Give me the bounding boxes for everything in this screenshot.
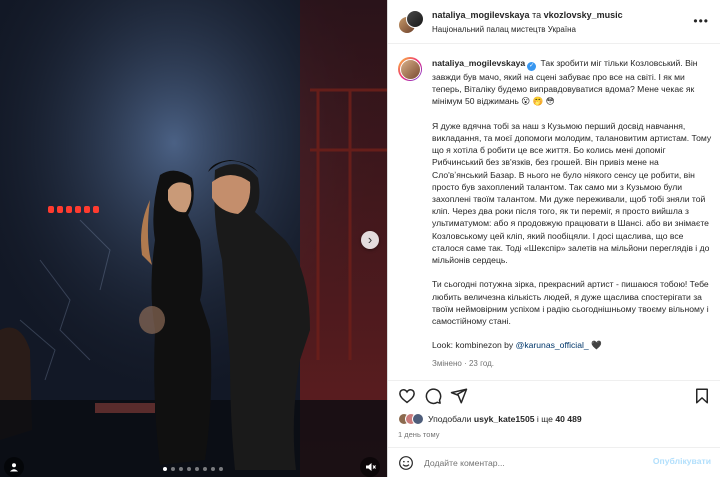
caption-section: nataliya_mogilevskaya ✓ Так зробити міг т… (388, 45, 720, 375)
post-details-panel: nataliya_mogilevskaya та vkozlovsky_musi… (387, 0, 720, 477)
caption-paragraph: Ти сьогодні потужна зірка, прекрасний ар… (432, 279, 709, 327)
liker-avatars (398, 413, 424, 425)
share-icon[interactable] (450, 387, 468, 405)
caption-username[interactable]: nataliya_mogilevskaya (432, 58, 525, 68)
caption-look-prefix: Look: kombinezon by (432, 340, 514, 351)
carousel-dot (171, 467, 175, 471)
carousel-dot (179, 467, 183, 471)
comment-bar: Опублікувати (388, 447, 720, 477)
action-bar (388, 380, 720, 410)
more-horizontal-icon[interactable]: ••• (693, 14, 709, 28)
user-tag-icon[interactable] (4, 457, 24, 477)
chevron-right-icon: › (367, 232, 373, 247)
mention-link[interactable]: @karunas_official_ (516, 340, 589, 350)
carousel-dot (219, 467, 223, 471)
post-header: nataliya_mogilevskaya та vkozlovsky_musi… (388, 0, 720, 44)
author-conjunction: та (532, 10, 542, 20)
collab-avatars[interactable] (398, 10, 424, 36)
carousel-dot (163, 467, 167, 471)
post-comment-button[interactable]: Опублікувати (653, 456, 711, 466)
likes-middle: і ще (536, 414, 553, 424)
edited-timestamp: Змінено · 23 год. (432, 358, 494, 368)
carousel-dot (203, 467, 207, 471)
carousel-dot (187, 467, 191, 471)
post-media[interactable]: › (0, 0, 387, 477)
emoji-icon[interactable] (398, 455, 414, 471)
avatar (412, 413, 424, 425)
likes-count[interactable]: 40 489 (555, 414, 581, 424)
carousel-dot (195, 467, 199, 471)
post-timestamp[interactable]: 1 день тому (398, 430, 439, 439)
black-heart-emoji: 🖤 (591, 340, 602, 351)
stage-photo (0, 0, 387, 477)
caption-paragraph: Я дуже вдячна тобі за наш з Кузьмою перш… (432, 120, 712, 266)
carousel-dot (211, 467, 215, 471)
comment-input[interactable] (424, 455, 634, 471)
avatar[interactable] (406, 10, 424, 28)
likes-summary[interactable]: Уподобали usyk_kate1505 і ще 40 489 (398, 413, 582, 425)
verified-badge-icon: ✓ (527, 62, 537, 71)
next-slide-button[interactable]: › (361, 231, 379, 249)
likes-prefix: Уподобали (428, 414, 472, 424)
caption-text: nataliya_mogilevskaya ✓ Так зробити міг т… (432, 57, 712, 370)
collab-authors: nataliya_mogilevskaya та vkozlovsky_musi… (432, 10, 623, 20)
bookmark-icon[interactable] (693, 387, 711, 405)
location-link[interactable]: Національний палац мистецтв Україна (432, 25, 576, 34)
carousel-indicator (163, 467, 223, 471)
comment-icon[interactable] (424, 387, 442, 405)
liker-username[interactable]: usyk_kate1505 (474, 414, 535, 424)
mute-icon[interactable] (360, 457, 380, 477)
avatar[interactable] (398, 57, 422, 81)
author-link[interactable]: nataliya_mogilevskaya (432, 10, 530, 20)
author-link[interactable]: vkozlovsky_music (544, 10, 623, 20)
heart-icon[interactable] (398, 387, 416, 405)
